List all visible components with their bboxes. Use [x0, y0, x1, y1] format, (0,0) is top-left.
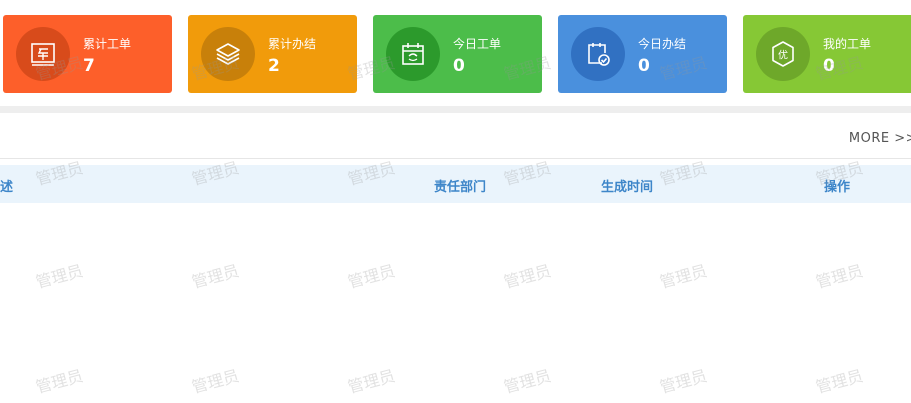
header-rule — [0, 158, 911, 159]
today-calendar-icon — [386, 27, 440, 81]
card-count: 0 — [453, 56, 465, 76]
card-title: 累计办结 — [268, 37, 317, 51]
stat-card-total-completed[interactable]: 累计办结 2 — [188, 15, 357, 93]
stat-card-total-orders[interactable]: 累计工单 7 — [3, 15, 172, 93]
card-title: 今日工单 — [453, 37, 502, 51]
watermark: 管理员 — [345, 261, 398, 292]
watermark: 管理员 — [189, 366, 242, 397]
column-header-description: 述 — [0, 180, 14, 195]
watermark: 管理员 — [657, 261, 710, 292]
year-calendar-icon — [16, 27, 70, 81]
hexagon-badge-icon: 优 — [756, 27, 810, 81]
watermark: 管理员 — [813, 366, 866, 397]
svg-text:优: 优 — [778, 49, 788, 62]
watermark: 管理员 — [501, 366, 554, 397]
card-title: 今日办结 — [638, 37, 687, 51]
watermark: 管理员 — [501, 261, 554, 292]
card-count: 0 — [638, 56, 650, 76]
card-count: 7 — [83, 56, 95, 76]
card-title: 我的工单 — [823, 37, 872, 51]
card-count: 0 — [823, 56, 835, 76]
stat-card-today-completed[interactable]: 今日办结 0 — [558, 15, 727, 93]
table-header: 述 责任部门 生成时间 操作 — [0, 165, 911, 203]
section-divider — [0, 106, 911, 113]
column-header-department: 责任部门 — [434, 180, 487, 195]
watermark: 管理员 — [189, 261, 242, 292]
layers-icon — [201, 27, 255, 81]
column-header-actions: 操作 — [824, 180, 851, 195]
card-count: 2 — [268, 56, 280, 76]
column-header-created-time: 生成时间 — [601, 180, 654, 195]
clipboard-check-icon — [571, 27, 625, 81]
watermark: 管理员 — [813, 261, 866, 292]
watermark: 管理员 — [657, 366, 710, 397]
more-link[interactable]: MORE >> — [849, 131, 911, 146]
stat-card-today-orders[interactable]: 今日工单 0 — [373, 15, 542, 93]
stat-cards: 累计工单 7 累计办结 2 今日工单 0 今日办结 0 优 我的工单 0 — [0, 0, 911, 110]
watermark: 管理员 — [33, 366, 86, 397]
stat-card-my-orders[interactable]: 优 我的工单 0 — [743, 15, 911, 93]
card-title: 累计工单 — [83, 37, 132, 51]
watermark: 管理员 — [345, 366, 398, 397]
watermark: 管理员 — [33, 261, 86, 292]
